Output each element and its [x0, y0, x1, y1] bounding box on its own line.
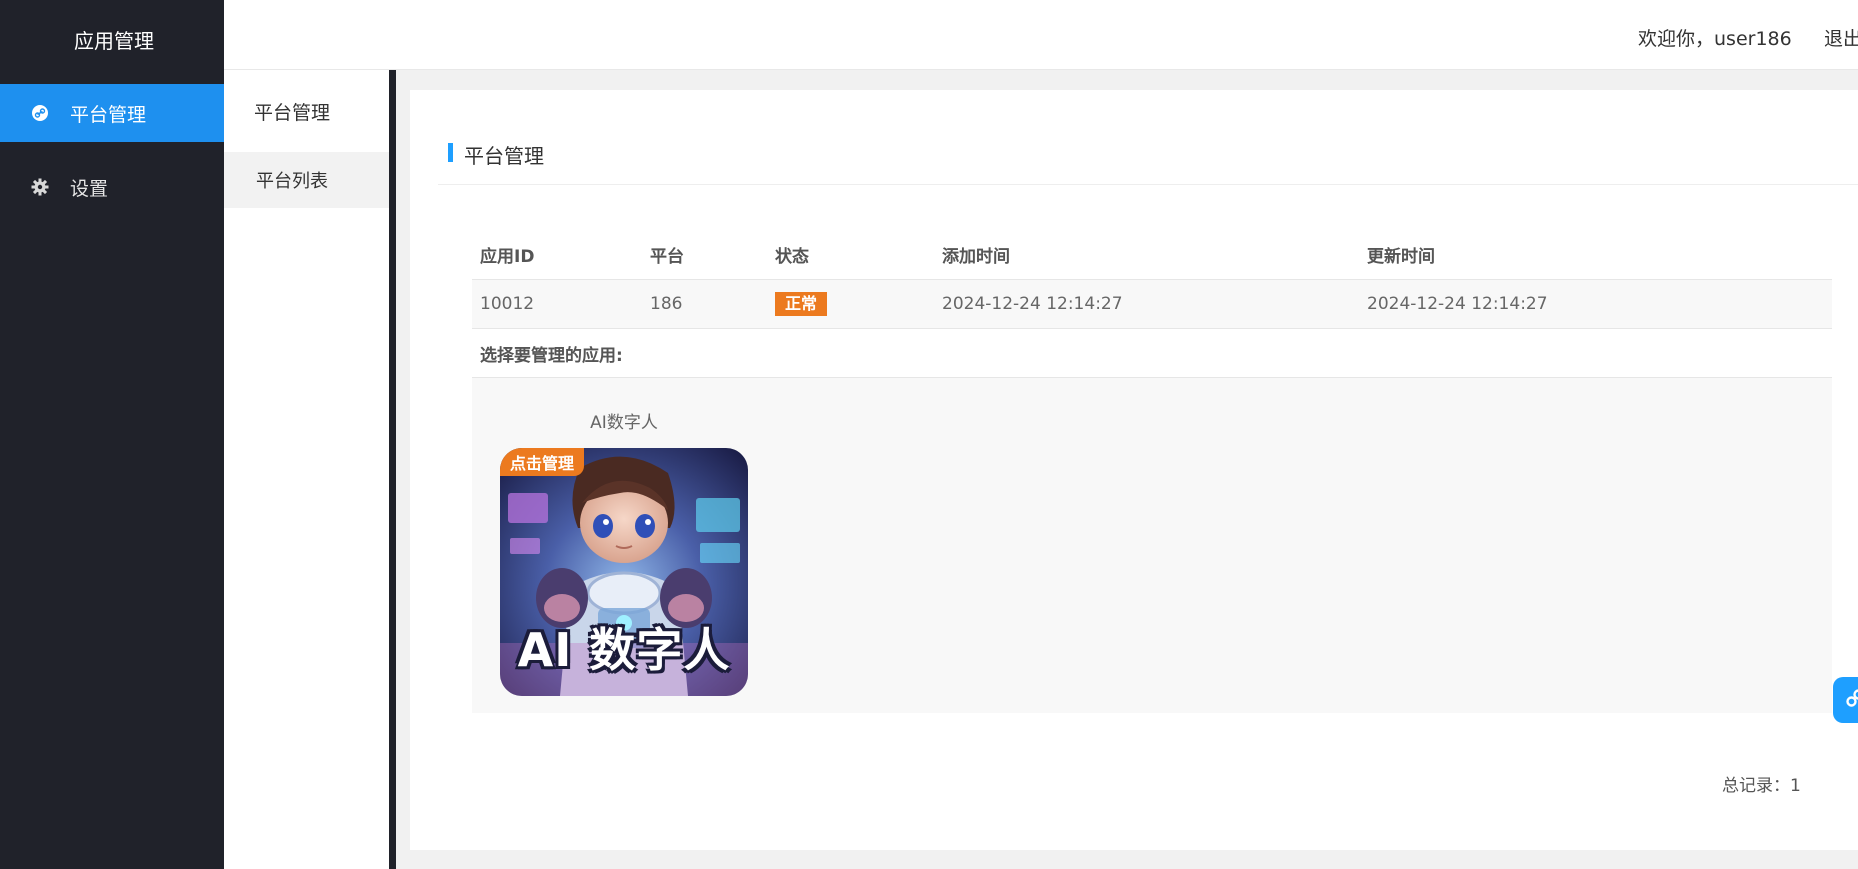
gear-icon	[30, 177, 50, 197]
welcome-text: 欢迎你，user186	[1638, 28, 1792, 50]
table-row: 10012 186 正常 2024-12-24 12:14:27 2024-12…	[472, 280, 1832, 329]
platform-table: 应用ID 平台 状态 添加时间 更新时间 10012 186 正常 2024-1…	[472, 230, 1832, 713]
page-title: 平台管理	[448, 140, 544, 169]
app-card[interactable]: AI数字人 点击管理 AI 数字人	[500, 408, 748, 696]
column-header: 应用ID	[480, 247, 535, 267]
logout-link[interactable]: 退出	[1824, 24, 1858, 51]
column-header: 更新时间	[1367, 247, 1435, 267]
sidebar-item-label: 设置	[70, 177, 109, 200]
title-divider	[438, 184, 1858, 185]
sidebar-item-platform[interactable]: 平台管理	[0, 84, 224, 142]
cell-created: 2024-12-24 12:14:27	[942, 294, 1123, 314]
cell-app-id: 10012	[480, 294, 535, 314]
total-records: 总记录：1	[1722, 776, 1801, 796]
link-icon	[1845, 688, 1858, 712]
cell-updated: 2024-12-24 12:14:27	[1367, 294, 1548, 314]
float-link-button[interactable]	[1833, 677, 1858, 723]
cell-platform: 186	[650, 294, 683, 314]
manage-tag: 点击管理	[500, 448, 585, 476]
sidebar-item-settings[interactable]: 设置	[0, 158, 224, 216]
sidebar-item-label: 平台管理	[70, 103, 147, 126]
thumbnail-caption: AI 数字人	[517, 623, 731, 677]
app-brand: 应用管理	[74, 28, 154, 53]
column-header: 状态	[775, 247, 809, 267]
submenu-title: 平台管理	[254, 101, 331, 124]
main-sidebar: 应用管理 平台管理 设置	[0, 0, 224, 869]
app-thumbnail[interactable]: 点击管理 AI 数字人	[500, 448, 748, 696]
app-list: AI数字人 点击管理 AI 数字人	[472, 378, 1832, 713]
column-header: 添加时间	[942, 247, 1010, 267]
submenu-item-platform-list[interactable]: 平台列表	[224, 152, 390, 208]
main-card: 平台管理 应用ID 平台 状态 添加时间 更新时间 10012 186 正常 2…	[410, 90, 1858, 850]
link-icon	[30, 103, 50, 123]
status-badge: 正常	[775, 292, 828, 316]
select-app-label: 选择要管理的应用:	[472, 329, 1832, 378]
column-header: 平台	[650, 247, 684, 267]
cell-status: 正常	[767, 292, 934, 316]
menu-divider	[389, 70, 396, 869]
top-header: 欢迎你，user186 退出	[224, 0, 1858, 70]
sub-menu: 平台管理 平台列表	[224, 70, 390, 869]
table-header: 应用ID 平台 状态 添加时间 更新时间	[472, 230, 1832, 280]
app-name: AI数字人	[590, 413, 658, 433]
